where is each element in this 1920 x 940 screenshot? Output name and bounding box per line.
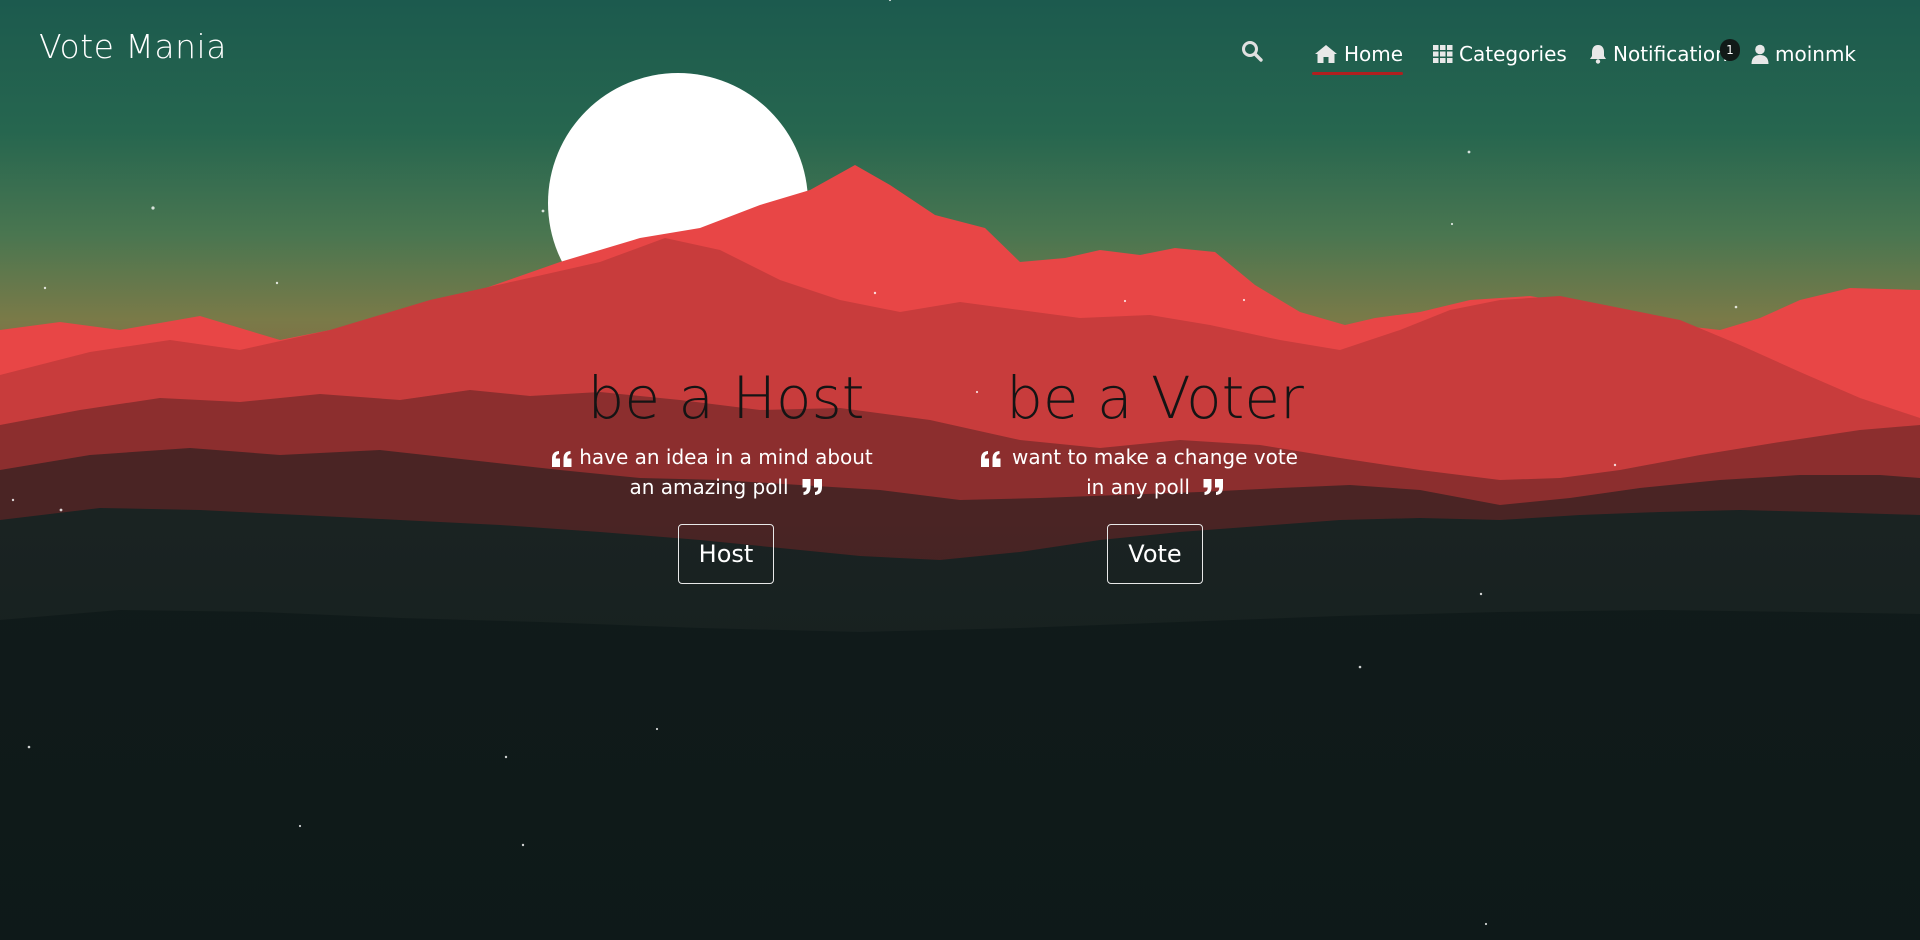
host-button[interactable]: Host — [677, 523, 775, 584]
quote-open-icon — [980, 446, 1002, 476]
host-quote: have an idea in a mind about an amazing … — [552, 442, 881, 504]
host-card: be a Host have an idea in a mind about a… — [546, 362, 906, 584]
host-quote-text: have an idea in a mind about an amazing … — [579, 445, 873, 499]
search-icon[interactable] — [1240, 39, 1268, 67]
nav-home-label: Home — [1344, 42, 1404, 66]
nav-categories-link[interactable]: Categories — [1433, 38, 1567, 70]
quote-close-icon — [1202, 474, 1224, 504]
user-icon — [1751, 44, 1769, 64]
landing-page: Vote Mania Home Categories Notification … — [0, 0, 1920, 940]
quote-open-icon — [551, 446, 573, 476]
nav-user-menu[interactable]: moinmk — [1751, 38, 1856, 70]
top-navbar: Vote Mania Home Categories Notification … — [0, 0, 1920, 100]
nav-username: moinmk — [1775, 42, 1857, 66]
nav-notification-link[interactable]: Notification — [1589, 38, 1728, 70]
quote-close-icon — [801, 474, 823, 504]
grid-icon — [1433, 45, 1453, 63]
active-nav-underline — [1312, 72, 1403, 75]
mountain-sunset-background — [0, 0, 1920, 940]
home-icon — [1314, 44, 1338, 64]
nav-home-link[interactable]: Home — [1314, 38, 1403, 70]
nav-categories-label: Categories — [1459, 42, 1567, 66]
nav-notification-label: Notification — [1613, 42, 1728, 66]
vote-button[interactable]: Vote — [1107, 523, 1203, 584]
voter-heading: be a Voter — [1006, 364, 1304, 432]
voter-card: be a Voter want to make a change vote in… — [975, 362, 1335, 584]
notification-count-badge: 1 — [1720, 39, 1740, 61]
voter-quote-text: want to make a change vote in any poll — [1012, 445, 1298, 499]
host-heading: be a Host — [587, 364, 865, 432]
brand-logo[interactable]: Vote Mania — [39, 27, 227, 66]
voter-quote: want to make a change vote in any poll — [981, 442, 1310, 504]
bell-icon — [1589, 44, 1607, 64]
